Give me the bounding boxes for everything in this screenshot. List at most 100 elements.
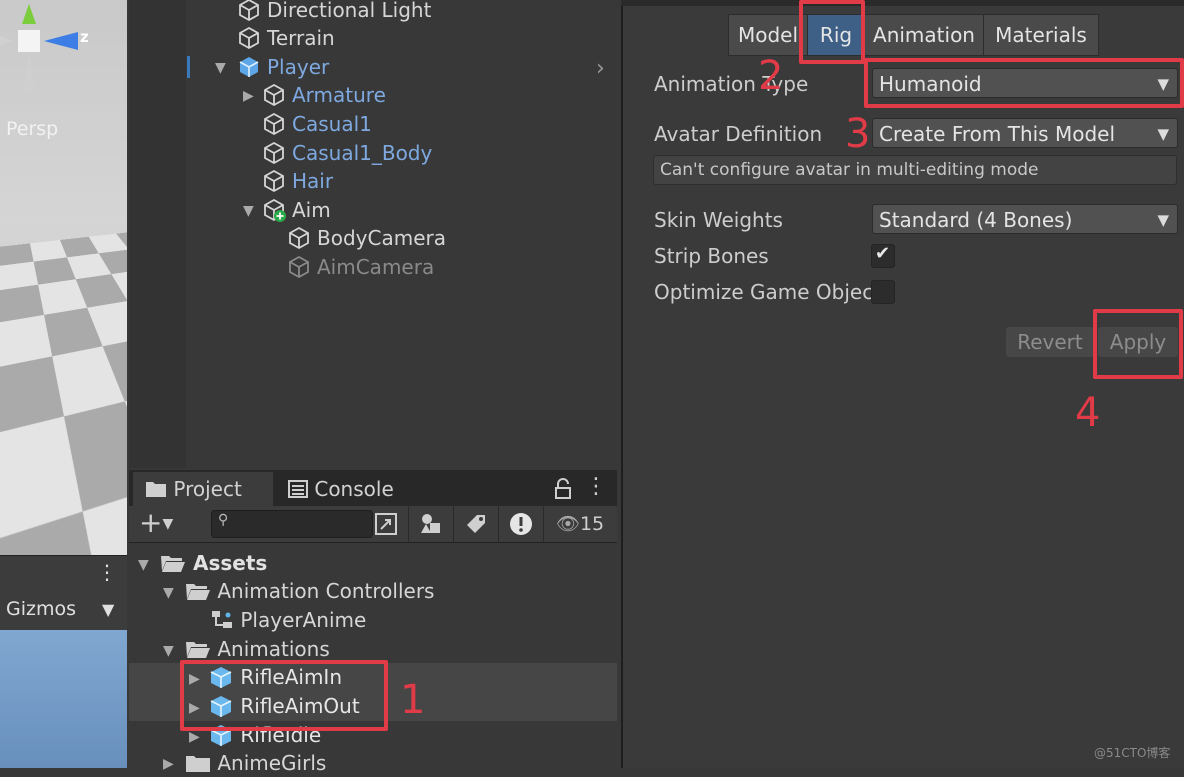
annotation-box-rig	[799, 0, 865, 64]
watermark: @51CTO博客	[1094, 746, 1171, 760]
gameobject-cube-icon	[289, 255, 309, 279]
tab-animation[interactable]: Animation	[864, 14, 984, 56]
axis-z-label: z	[80, 28, 89, 46]
expand-arrow-icon[interactable]: ▼	[163, 643, 174, 659]
tab-console[interactable]: Console	[288, 472, 418, 506]
hierarchy-item[interactable]: BodyCamera	[287, 224, 446, 252]
hierarchy-item-label: BodyCamera	[317, 226, 446, 250]
tab-model[interactable]: Model	[728, 14, 808, 56]
tree-item-label: Animations	[217, 637, 330, 661]
hierarchy-item[interactable]: Aim	[262, 196, 331, 224]
tree-item-folder[interactable]: AnimeGirls	[185, 749, 326, 777]
annotation-number-3: 3	[845, 111, 871, 157]
tab-project[interactable]: Project	[133, 472, 273, 506]
tree-item-folder[interactable]: Animation Controllers	[185, 577, 434, 605]
hierarchy-item[interactable]: Hair	[262, 167, 333, 195]
hierarchy-item[interactable]: Armature	[262, 81, 386, 109]
hierarchy-item-label: AimCamera	[317, 255, 435, 279]
add-asset-button[interactable]: +▼	[139, 508, 173, 539]
console-icon	[288, 480, 308, 498]
tree-item-asset[interactable]: PlayerAnime	[210, 606, 366, 634]
hierarchy-item[interactable]: Directional Light	[237, 0, 431, 24]
hierarchy-item-label: Casual1_Body	[292, 141, 433, 165]
avatar-definition-dropdown[interactable]: Create From This Model ▼	[872, 118, 1178, 148]
chevron-down-icon: ▼	[1157, 211, 1169, 229]
expand-arrow-icon[interactable]: ▼	[215, 60, 226, 76]
gizmos-button[interactable]: Gizmos	[6, 598, 76, 620]
open-folder-icon	[186, 642, 210, 658]
revert-button[interactable]: Revert	[1006, 327, 1094, 357]
gameobject-cube-icon	[264, 112, 284, 136]
gameobject-cube-icon	[264, 141, 284, 165]
tree-item-folder[interactable]: Assets	[160, 549, 267, 577]
folder-icon	[146, 482, 166, 497]
animator-controller-icon	[212, 611, 232, 628]
optimize-game-objects-checkbox[interactable]	[871, 280, 895, 304]
filter-by-label-button[interactable]	[453, 506, 498, 542]
strip-bones-label: Strip Bones	[654, 244, 769, 268]
hierarchy-item-label: Hair	[292, 169, 334, 193]
skin-weights-dropdown[interactable]: Standard (4 Bones) ▼	[872, 204, 1178, 234]
hierarchy-item-label: Directional Light	[267, 0, 432, 22]
hierarchy-item-player[interactable]: Player	[237, 53, 329, 81]
strip-bones-checkbox[interactable]: ✔	[871, 243, 895, 268]
skin-weights-label: Skin Weights	[654, 208, 783, 232]
projection-label[interactable]: Persp	[6, 118, 58, 140]
lock-icon[interactable]	[554, 478, 572, 500]
dropdown-value: Create From This Model	[879, 122, 1115, 146]
tree-item-label: Animation Controllers	[217, 579, 435, 603]
hierarchy-item-label: Armature	[292, 83, 386, 107]
gameobject-cube-icon	[239, 26, 259, 50]
hierarchy-item-label: Aim	[292, 198, 331, 222]
visible-count: 15	[579, 513, 605, 535]
kebab-menu-icon[interactable]: ⋮	[585, 474, 607, 499]
chevron-down-icon: ▼	[1157, 125, 1169, 143]
annotation-box-apply	[1093, 309, 1183, 379]
hierarchy-item-label: Casual1	[292, 112, 372, 136]
hidden-packages-toggle[interactable]: 👁15	[543, 506, 616, 542]
hierarchy-item[interactable]: Casual1_Body	[262, 139, 432, 167]
open-folder-icon	[161, 556, 185, 572]
kebab-menu-icon[interactable]: ⋮	[97, 560, 117, 584]
expand-arrow-icon[interactable]: ▼	[163, 585, 174, 601]
annotation-number-1: 1	[400, 677, 426, 723]
scene-view[interactable]: z Persp	[0, 0, 127, 555]
orientation-gizmo-icon[interactable]	[0, 0, 127, 110]
hierarchy-item-disabled[interactable]: AimCamera	[287, 253, 434, 281]
hierarchy-item-label: Terrain	[267, 26, 335, 50]
selection-indicator	[187, 56, 190, 78]
inspector-header-strip	[621, 0, 1184, 6]
filter-by-type-button[interactable]	[408, 506, 453, 542]
expand-arrow-icon[interactable]: ▼	[138, 557, 149, 573]
checkmark-icon: ✔	[875, 243, 891, 264]
optimize-game-objects-label: Optimize Game Objec	[654, 280, 874, 304]
tree-item-folder[interactable]: Animations	[185, 635, 330, 663]
annotation-number-2: 2	[758, 53, 784, 99]
avatar-info-message: Can't configure avatar in multi-editing …	[653, 155, 1177, 185]
search-by-type-icon[interactable]	[374, 512, 398, 536]
expand-arrow-icon[interactable]: ▶	[163, 756, 174, 772]
hierarchy-item[interactable]: Casual1	[262, 110, 372, 138]
chevron-right-icon[interactable]: ›	[596, 56, 605, 81]
filter-errors-button[interactable]	[498, 506, 543, 542]
tag-icon	[467, 515, 485, 533]
gameobject-cube-icon	[264, 83, 284, 107]
inspector-panel	[621, 0, 1184, 768]
chevron-down-icon[interactable]: ▼	[102, 600, 114, 619]
search-input[interactable]: ⚲	[211, 510, 373, 538]
tree-item-label: Assets	[192, 551, 268, 575]
animation-type-label: Animation Type	[654, 72, 809, 96]
expand-arrow-icon[interactable]: ▶	[243, 88, 254, 104]
tab-materials[interactable]: Materials	[983, 14, 1099, 56]
hierarchy-item[interactable]: Terrain	[237, 24, 335, 52]
added-gameobject-icon	[264, 198, 286, 222]
folder-icon	[186, 756, 210, 772]
gameobject-cube-icon	[239, 0, 259, 22]
search-icon: ⚲	[218, 512, 229, 528]
gameobject-cube-icon	[289, 226, 309, 250]
shapes-icon	[421, 514, 440, 533]
tab-label: Console	[314, 477, 394, 501]
expand-arrow-icon[interactable]: ▶	[189, 729, 200, 745]
expand-arrow-icon[interactable]: ▼	[243, 203, 254, 219]
prefab-cube-icon	[239, 57, 259, 77]
